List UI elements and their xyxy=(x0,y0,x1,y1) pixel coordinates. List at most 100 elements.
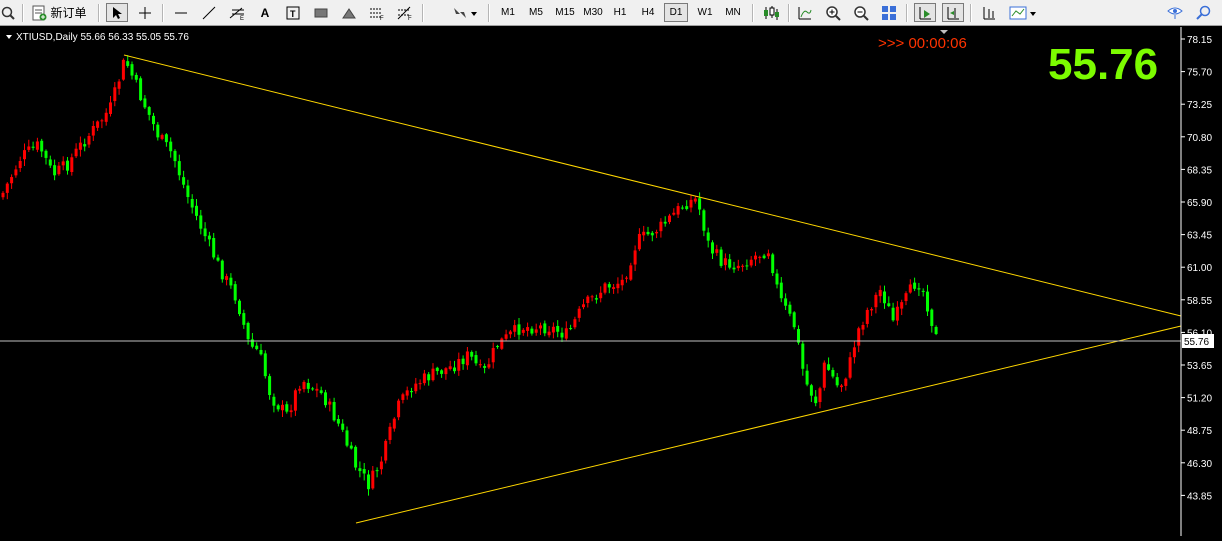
candle-body xyxy=(616,283,620,289)
chart-shift-icon[interactable] xyxy=(942,3,964,22)
candle-body xyxy=(573,319,577,328)
fib-expansion-icon[interactable]: E xyxy=(226,3,248,22)
timeframe-m1[interactable]: M1 xyxy=(496,3,520,22)
zoom-in-icon[interactable] xyxy=(822,3,844,22)
y-tick-label: 43.85 xyxy=(1187,491,1212,502)
candle-body xyxy=(689,199,693,208)
timeframe-d1[interactable]: D1 xyxy=(664,3,688,22)
search-icon[interactable] xyxy=(1192,3,1214,22)
timeframe-w1[interactable]: W1 xyxy=(692,3,718,22)
candle-body xyxy=(470,351,474,357)
candle-body xyxy=(199,215,203,229)
indicators-icon[interactable] xyxy=(760,3,782,22)
candle-body xyxy=(719,249,723,266)
zoom-fit-icon[interactable] xyxy=(0,3,16,22)
candle-body xyxy=(784,298,788,306)
fib-arc-icon[interactable]: F xyxy=(394,3,416,22)
candle-body xyxy=(831,370,835,377)
hline-icon[interactable] xyxy=(170,3,192,22)
candle-body xyxy=(805,370,809,385)
candle-body xyxy=(827,364,831,370)
svg-text:F: F xyxy=(380,16,384,20)
candle-body xyxy=(685,206,689,210)
bar-chart-icon[interactable] xyxy=(794,3,816,22)
candle-body xyxy=(259,349,263,355)
candle-body xyxy=(109,102,112,114)
candle-body xyxy=(405,390,409,396)
label-icon[interactable]: T xyxy=(282,3,304,22)
tile-windows-icon[interactable] xyxy=(878,3,900,22)
candle-body xyxy=(874,294,878,308)
fib-fan-icon[interactable]: F xyxy=(366,3,388,22)
text-icon[interactable]: A xyxy=(254,3,276,22)
candle-body xyxy=(130,64,134,76)
help-icon[interactable] xyxy=(1164,3,1186,22)
timeframe-mn[interactable]: MN xyxy=(720,3,746,22)
cursor-icon[interactable] xyxy=(106,3,128,22)
toolbar-separator xyxy=(752,4,754,22)
candle-body xyxy=(857,328,861,346)
toolbar-separator xyxy=(162,4,164,22)
candle-body xyxy=(66,160,69,171)
candle-body xyxy=(87,135,91,145)
candle-body xyxy=(513,325,517,332)
candle-body xyxy=(358,468,362,472)
timeframe-h1[interactable]: H1 xyxy=(608,3,632,22)
candle-body xyxy=(233,284,237,301)
candle-body xyxy=(672,212,676,215)
candle-body xyxy=(169,141,173,152)
candle-body xyxy=(504,334,508,339)
candle-body xyxy=(289,410,293,413)
candle-body xyxy=(465,351,469,366)
candle-body xyxy=(590,296,594,298)
candle-body xyxy=(551,326,555,333)
candle-body xyxy=(388,426,392,440)
candle-body xyxy=(91,125,95,136)
candle-body xyxy=(121,59,125,80)
y-tick-label: 68.35 xyxy=(1187,165,1212,176)
candle-body xyxy=(749,259,753,266)
zoom-out-icon[interactable] xyxy=(850,3,872,22)
new-order-button[interactable]: 新订单 xyxy=(28,3,90,22)
templates-icon[interactable] xyxy=(1006,3,1040,22)
y-tick-label: 73.25 xyxy=(1187,100,1212,111)
period-sep-icon[interactable] xyxy=(978,3,1000,22)
candle-body xyxy=(10,177,14,184)
autoscroll-icon[interactable] xyxy=(914,3,936,22)
svg-text:E: E xyxy=(240,16,244,20)
timeframe-m15[interactable]: M15 xyxy=(552,3,578,22)
price-chart[interactable]: 78.15 75.70 73.25 70.80 68.35 65.90 63.45 61.00… xyxy=(0,27,1222,536)
candle-body xyxy=(517,324,521,335)
candle-body xyxy=(715,249,719,253)
candle-body xyxy=(779,282,783,299)
candle-body xyxy=(44,150,48,158)
timeframe-h4[interactable]: H4 xyxy=(636,3,660,22)
crosshair-icon[interactable] xyxy=(134,3,156,22)
rectangle-icon[interactable] xyxy=(310,3,332,22)
candle-body xyxy=(917,288,921,290)
candle-body xyxy=(788,304,792,314)
candle-body xyxy=(53,165,57,176)
trendline-icon[interactable] xyxy=(198,3,220,22)
arrows-menu-icon[interactable] xyxy=(448,3,482,22)
timeframe-m5[interactable]: M5 xyxy=(524,3,548,22)
candle-body xyxy=(255,345,259,350)
candle-body xyxy=(345,430,349,446)
chart-header: XTIUSD,Daily 55.66 56.33 55.05 55.76 xyxy=(16,32,189,43)
candle-body xyxy=(1,192,5,198)
candle-body xyxy=(23,150,26,160)
candle-body xyxy=(582,304,585,308)
candle-body xyxy=(934,326,938,335)
y-tick-label: 53.65 xyxy=(1187,361,1212,372)
timeframe-m30[interactable]: M30 xyxy=(580,3,606,22)
candle-body xyxy=(362,469,366,474)
chart-canvas[interactable]: 78.15 75.70 73.25 70.80 68.35 65.90 63.45 61.00… xyxy=(0,27,1222,536)
triangle-icon[interactable] xyxy=(338,3,360,22)
candle-body xyxy=(143,98,147,108)
candle-body xyxy=(539,325,542,329)
y-tick-label: 46.30 xyxy=(1187,459,1212,470)
candle-body xyxy=(246,322,250,340)
big-price: 55.76 xyxy=(1048,40,1158,89)
candle-body xyxy=(607,284,611,288)
candle-body xyxy=(900,302,904,309)
